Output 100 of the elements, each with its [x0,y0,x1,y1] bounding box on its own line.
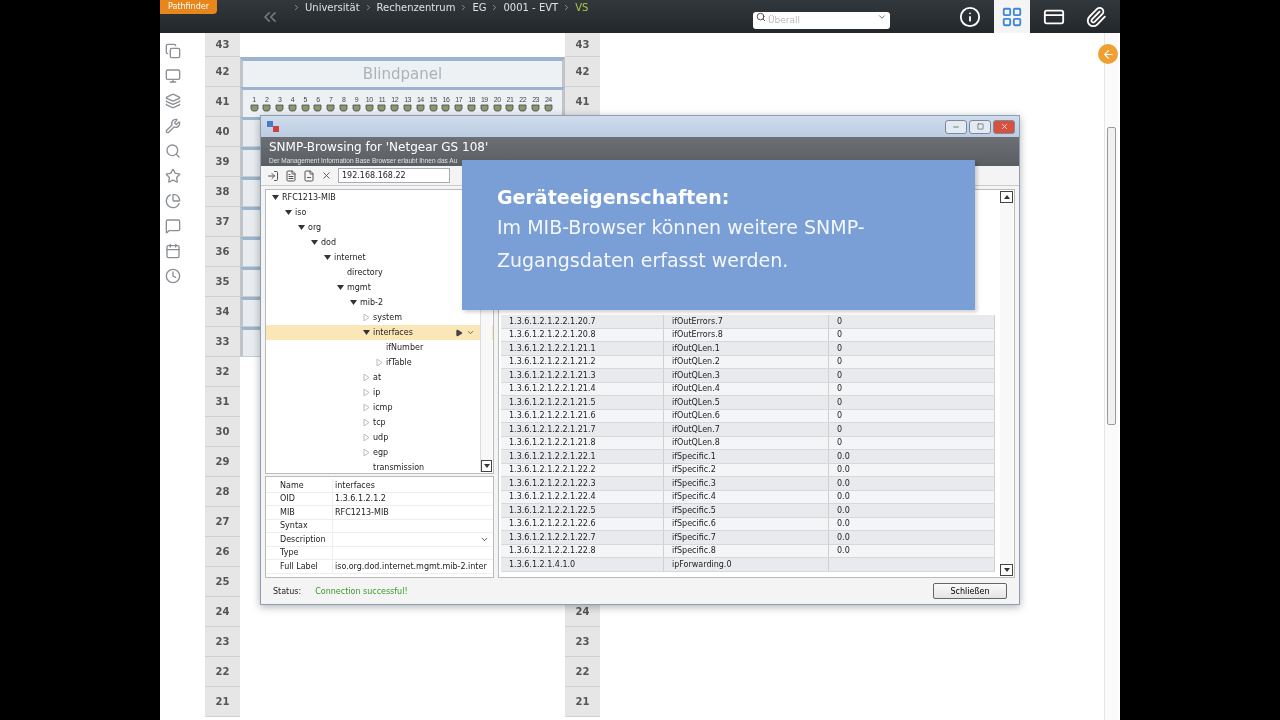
table-cell: ifOutErrors.7 [664,315,829,328]
expanded-icon[interactable] [350,299,357,306]
table-cell: ifSpecific.2 [664,463,829,476]
tree-item[interactable]: system [266,310,493,325]
collapsed-icon[interactable] [363,434,370,441]
chat-icon[interactable] [164,218,181,234]
expanded-icon[interactable] [337,284,344,291]
tree-item[interactable]: ifNumber [266,340,493,355]
wrench-icon[interactable] [164,118,181,134]
tree-item[interactable]: at [266,370,493,385]
tree-item[interactable]: RFC1213-MIB [266,190,493,205]
table-cell: 1.3.6.1.2.1.2.2.1.21.5 [501,396,664,409]
tree-item[interactable]: ifTable [266,355,493,370]
table-cell: 0.0 [829,450,995,463]
table-cell: 1.3.6.1.2.1.2.2.1.20.7 [501,315,664,328]
close-button[interactable] [993,119,1015,134]
table-cell: 1.3.6.1.2.1.2.2.1.21.2 [501,355,664,368]
calendar-icon[interactable] [164,243,181,259]
collapsed-icon[interactable] [363,314,370,321]
tree-item[interactable]: egp [266,445,493,460]
delete-icon[interactable] [321,170,332,181]
scroll-thumb[interactable] [1107,127,1116,425]
table-cell: 1.3.6.1.2.1.2.2.1.21.8 [501,436,664,449]
table-cell: 0.0 [829,517,995,530]
breadcrumb-link[interactable]: 0001 - EVT [503,2,559,13]
document-icon[interactable] [285,169,297,182]
scroll-down-button[interactable] [481,460,492,472]
expanded-icon[interactable] [272,194,279,201]
expanded-icon[interactable] [298,224,305,231]
expanded-icon[interactable] [311,239,318,246]
tree-item[interactable]: transmission [266,460,493,473]
tree-label: org [308,223,322,232]
collapsed-icon[interactable] [363,404,370,411]
scrollbar[interactable] [1000,191,1013,576]
back-button[interactable] [1098,44,1118,64]
tree-item[interactable]: iso [266,205,493,220]
play-icon[interactable] [455,328,463,337]
scroll-down-button[interactable] [1000,564,1013,576]
document-icon[interactable] [303,169,315,182]
tree-item[interactable]: internet [266,250,493,265]
tree-label: icmp [373,403,393,412]
close-button[interactable]: Schließen [933,583,1007,599]
collapsed-icon[interactable] [363,374,370,381]
copy-icon[interactable] [164,43,181,59]
collapsed-icon[interactable] [363,389,370,396]
collapsed-icon[interactable] [363,419,370,426]
star-icon[interactable] [164,168,181,184]
expanded-icon[interactable] [285,209,292,216]
expanded-icon[interactable] [324,254,331,261]
breadcrumb-link[interactable]: VS [575,2,589,13]
grid-view-button[interactable] [994,0,1030,33]
maximize-button[interactable] [969,119,991,134]
collapsed-icon[interactable] [363,449,370,456]
search-icon[interactable] [164,143,181,159]
layers-icon[interactable] [164,93,181,109]
breadcrumb-link[interactable]: Rechenzentrum [376,2,456,13]
property-label: Description [279,533,327,546]
tree-item[interactable]: udp [266,430,493,445]
tree-item[interactable]: mgmt [266,280,493,295]
table-cell: ifOutQLen.5 [664,396,829,409]
table-cell: 1.3.6.1.2.1.2.2.1.22.2 [501,463,664,476]
unit-number: 30 [215,426,230,437]
expanded-icon[interactable] [363,329,370,336]
import-icon[interactable] [267,169,279,182]
dropdown-icon[interactable] [877,12,887,22]
breadcrumb-link[interactable]: EG [472,2,487,13]
unit-number: 26 [215,546,230,557]
tree-item[interactable]: tcp [266,415,493,430]
separator-icon [292,3,301,12]
tree-label: tcp [373,418,386,427]
ip-address-field[interactable]: 192.168.168.22 [338,168,450,183]
tree-item[interactable]: ip [266,385,493,400]
down-arrow-icon [483,464,490,468]
tree-item[interactable]: mib-2 [266,295,493,310]
blind-panel: Blindpanel [240,57,565,87]
tree-item[interactable]: icmp [266,400,493,415]
table-cell: 0.0 [829,544,995,557]
search-field[interactable]: Überall [753,11,890,29]
property-label: Full Label [279,560,319,573]
grid-icon [1001,5,1023,28]
expand-icon[interactable] [466,328,475,337]
tree-label: mib-2 [360,298,384,307]
monitor-icon[interactable] [164,68,181,84]
scrollbar[interactable] [1104,33,1118,720]
unit-number: 41 [215,96,230,107]
tree-item[interactable]: interfaces [266,325,493,340]
unit-number: 22 [215,666,230,677]
pie-chart-icon[interactable] [164,193,181,209]
property-label: MIB [279,506,296,519]
breadcrumb-link[interactable]: Universität [305,2,360,13]
collapsed-icon[interactable] [376,359,383,366]
tree-item[interactable]: org [266,220,493,235]
unit-number: 24 [575,606,590,617]
minimize-button[interactable] [945,119,967,134]
table-cell: ifSpecific.4 [664,490,829,503]
table-cell: ifSpecific.3 [664,477,829,490]
clock-icon[interactable] [164,268,181,284]
tree-item[interactable]: dod [266,235,493,250]
table-cell: 1.3.6.1.2.1.2.2.1.21.6 [501,409,664,422]
scroll-up-button[interactable] [1000,191,1013,203]
